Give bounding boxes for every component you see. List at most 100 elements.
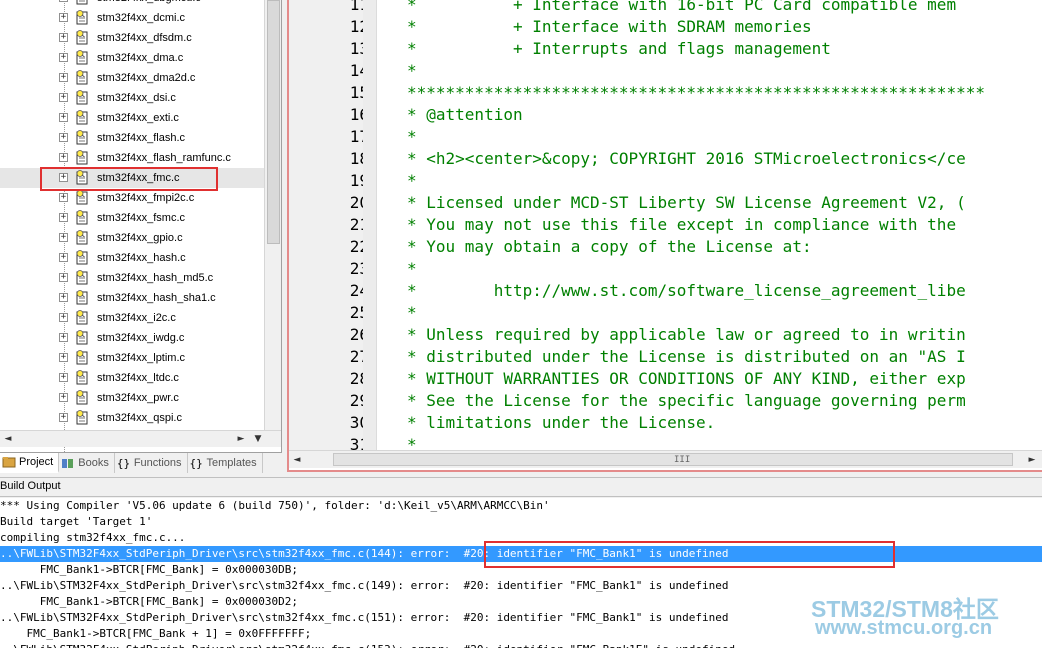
- build-output-title: Build Output: [0, 480, 61, 492]
- tree-item-file[interactable]: + stm32f4xx_exti.c: [0, 108, 264, 128]
- expand-plus-icon[interactable]: +: [59, 253, 68, 262]
- code-line: * distributed under the License is distr…: [407, 347, 966, 366]
- tree-item-file[interactable]: + stm32f4xx_dsi.c: [0, 88, 264, 108]
- tab-functions[interactable]: {} Functions: [115, 453, 188, 473]
- tree-vertical-scrollbar[interactable]: [264, 0, 281, 430]
- tree-item-label: stm32f4xx_dma2d.c: [97, 72, 196, 84]
- tree-item-file[interactable]: + stm32f4xx_hash_sha1.c: [0, 288, 264, 308]
- c-source-file-icon: [76, 0, 88, 5]
- expand-plus-icon[interactable]: +: [59, 373, 68, 382]
- expand-plus-icon[interactable]: +: [59, 33, 68, 42]
- tree-item-file[interactable]: + stm32f4xx_dcmi.c: [0, 8, 264, 28]
- expand-plus-icon[interactable]: +: [59, 413, 68, 422]
- expand-plus-icon[interactable]: +: [59, 233, 68, 242]
- tree-item-file[interactable]: + stm32f4xx_qspi.c: [0, 408, 264, 428]
- c-source-file-icon: [76, 330, 88, 345]
- expand-plus-icon[interactable]: +: [59, 73, 68, 82]
- build-output-line[interactable]: FMC_Bank1->BTCR[FMC_Bank] = 0x000030DB;: [0, 562, 1042, 578]
- c-source-file-icon: [76, 210, 88, 225]
- build-output-line[interactable]: *** Using Compiler 'V5.06 update 6 (buil…: [0, 498, 1042, 514]
- tree-item-file[interactable]: + stm32f4xx_dfsdm.c: [0, 28, 264, 48]
- expand-plus-icon[interactable]: +: [59, 313, 68, 322]
- scroll-left-icon[interactable]: ◄: [0, 431, 16, 447]
- tree-item-file[interactable]: + stm32f4xx_fmpi2c.c: [0, 188, 264, 208]
- scroll-down-icon[interactable]: ▼: [250, 431, 266, 447]
- expand-plus-icon[interactable]: +: [59, 353, 68, 362]
- tree-item-label: stm32f4xx_flash_ramfunc.c: [97, 152, 231, 164]
- tree-item-file[interactable]: + stm32f4xx_flash.c: [0, 128, 264, 148]
- c-source-file-icon: [76, 50, 88, 65]
- expand-plus-icon[interactable]: +: [59, 53, 68, 62]
- code-line: *: [407, 303, 417, 322]
- tree-item-file[interactable]: + stm32f4xx_gpio.c: [0, 228, 264, 248]
- tree-item-label: stm32f4xx_ltdc.c: [97, 372, 179, 384]
- tree-item-file[interactable]: + stm32f4xx_flash_ramfunc.c: [0, 148, 264, 168]
- code-line: *: [407, 61, 417, 80]
- tree-item-file[interactable]: + stm32f4xx_ltdc.c: [0, 368, 264, 388]
- code-line: ****************************************…: [407, 83, 985, 102]
- line-number: 27: [349, 347, 369, 366]
- code-editor[interactable]: 11 12 13 14 15 16 17 18 19 20 21 22 23 24 25 26 27 28 29 30…: [287, 0, 1042, 472]
- tree-item-file[interactable]: + stm32f4xx_i2c.c: [0, 308, 264, 328]
- expand-plus-icon[interactable]: +: [59, 0, 68, 2]
- scroll-right-icon[interactable]: ►: [233, 431, 249, 447]
- tree-item-label: stm32f4xx_dcmi.c: [97, 12, 186, 24]
- editor-horizontal-scrollbar[interactable]: ◄ III ►: [289, 450, 1042, 468]
- tab-books[interactable]: Books: [59, 453, 115, 473]
- tree-item-file[interactable]: + stm32f4xx_hash_md5.c: [0, 268, 264, 288]
- line-number: 28: [349, 369, 369, 388]
- expand-plus-icon[interactable]: +: [59, 333, 68, 342]
- tree-vertical-scroll-thumb[interactable]: [267, 0, 280, 244]
- tree-item-label: stm32f4xx_exti.c: [97, 112, 179, 124]
- expand-plus-icon[interactable]: +: [59, 393, 68, 402]
- expand-plus-icon[interactable]: +: [59, 13, 68, 22]
- tab-functions-label: Functions: [133, 457, 182, 469]
- line-number-gutter: 11 12 13 14 15 16 17 18 19 20 21 22 23 24 25 26 27 28 29 30…: [289, 0, 369, 454]
- expand-plus-icon[interactable]: +: [59, 193, 68, 202]
- c-source-file-icon: [76, 270, 88, 285]
- editor-scroll-left-icon[interactable]: ◄: [289, 452, 305, 468]
- c-source-file-icon: [76, 10, 88, 25]
- c-source-file-icon: [76, 390, 88, 405]
- editor-scroll-right-icon[interactable]: ►: [1024, 452, 1040, 468]
- tab-project[interactable]: Project: [0, 453, 60, 473]
- tree-item-file[interactable]: + stm32f4xx_iwdg.c: [0, 328, 264, 348]
- expand-plus-icon[interactable]: +: [59, 153, 68, 162]
- expand-plus-icon[interactable]: +: [59, 93, 68, 102]
- c-source-file-icon: [76, 110, 88, 125]
- tree-item-file[interactable]: + stm32f4xx_dbgmcu.c: [0, 0, 264, 8]
- books-icon: [62, 459, 74, 468]
- c-source-file-icon: [76, 290, 88, 305]
- code-line: * <h2><center>&copy; COPYRIGHT 2016 STMi…: [407, 149, 966, 168]
- code-line: * You may obtain a copy of the License a…: [407, 237, 812, 256]
- tree-item-file[interactable]: + stm32f4xx_fmc.c: [0, 168, 264, 188]
- c-source-file-icon: [76, 230, 88, 245]
- tree-item-label: stm32f4xx_dfsdm.c: [97, 32, 192, 44]
- editor-horizontal-scroll-thumb[interactable]: III: [333, 453, 1013, 466]
- expand-plus-icon[interactable]: +: [59, 173, 68, 182]
- tab-templates-label: Templates: [206, 457, 257, 469]
- c-source-file-icon: [76, 170, 88, 185]
- tree-item-file[interactable]: + stm32f4xx_hash.c: [0, 248, 264, 268]
- line-number: 15: [349, 83, 369, 102]
- tree-item-file[interactable]: + stm32f4xx_dma2d.c: [0, 68, 264, 88]
- expand-plus-icon[interactable]: +: [59, 293, 68, 302]
- expand-plus-icon[interactable]: +: [59, 113, 68, 122]
- project-window-tabs: Project Books {} Functions {} Templates: [0, 452, 282, 473]
- build-output-line[interactable]: ..\FWLib\STM32F4xx_StdPeriph_Driver\src\…: [0, 642, 1042, 648]
- tree-item-label: stm32f4xx_fmpi2c.c: [97, 192, 195, 204]
- tree-item-file[interactable]: + stm32f4xx_lptim.c: [0, 348, 264, 368]
- c-source-file-icon: [76, 310, 88, 325]
- expand-plus-icon[interactable]: +: [59, 213, 68, 222]
- fold-margin: [363, 0, 377, 450]
- tree-item-file[interactable]: + stm32f4xx_dma.c: [0, 48, 264, 68]
- tree-item-file[interactable]: + stm32f4xx_fsmc.c: [0, 208, 264, 228]
- build-output-line[interactable]: Build target 'Target 1': [0, 514, 1042, 530]
- expand-plus-icon[interactable]: +: [59, 133, 68, 142]
- tree-horizontal-scrollbar[interactable]: ◄ ► ▼: [0, 430, 281, 447]
- build-output-selected-line[interactable]: ..\FWLib\STM32F4xx_StdPeriph_Driver\src\…: [0, 546, 1042, 562]
- build-output-line[interactable]: compiling stm32f4xx_fmc.c...: [0, 530, 1042, 546]
- expand-plus-icon[interactable]: +: [59, 273, 68, 282]
- tab-templates[interactable]: {} Templates: [188, 453, 263, 473]
- tree-item-file[interactable]: + stm32f4xx_pwr.c: [0, 388, 264, 408]
